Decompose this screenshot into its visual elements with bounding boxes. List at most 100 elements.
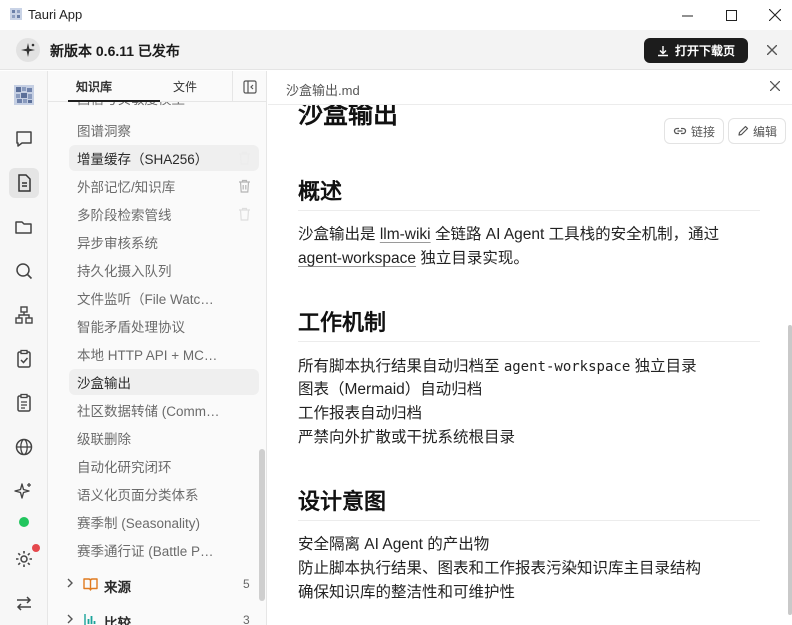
maximize-icon [725, 9, 737, 21]
pencil-icon [738, 125, 749, 136]
maximize-button[interactable] [708, 0, 754, 30]
knowledge-base-button[interactable] [9, 168, 39, 198]
group-sources[interactable]: 来源 5 [48, 571, 266, 597]
banner-close-button[interactable] [762, 40, 782, 60]
network-icon [15, 306, 33, 324]
chat-icon [16, 131, 32, 147]
text: 独立目录实现。 [420, 250, 529, 267]
list-item[interactable]: 持久化摄入队列 [69, 257, 259, 283]
heading-intent: 设计意图 [298, 489, 387, 514]
folder-button[interactable] [9, 212, 39, 242]
intent-line: 防止脚本执行结果、图表和工作报表污染知识库主目录结构 [298, 560, 702, 577]
review-button[interactable] [9, 344, 39, 374]
group-label: 比较 [104, 616, 131, 625]
list-item[interactable]: 赛季制 (Seasonality) [69, 509, 259, 535]
collapse-sidebar-button[interactable] [232, 71, 266, 102]
sidebar-tabs: 知识库 文件 [48, 71, 266, 102]
list-item[interactable]: 社区数据转储 (Comm… [69, 397, 259, 423]
close-window-button[interactable] [752, 0, 792, 30]
tab-knowledge-base[interactable]: 知识库 [76, 78, 112, 95]
tab-document[interactable]: 沙盒输出.md [286, 80, 360, 99]
book-open-icon [83, 578, 98, 591]
notification-dot [32, 544, 40, 552]
list-item[interactable]: 级联删除 [69, 425, 259, 451]
logo-button[interactable] [9, 80, 39, 110]
settings-button[interactable] [9, 544, 40, 574]
sync-button[interactable] [9, 588, 39, 618]
overview-paragraph: 沙盒输出是 llm-wiki 全链路 AI Agent 工具栈的安全机制，通过 … [298, 223, 760, 271]
minimize-icon [681, 15, 693, 16]
list-item[interactable]: 语义化页面分类体系 [69, 481, 259, 507]
wiki-link[interactable]: agent-workspace [298, 250, 416, 267]
edit-button[interactable]: 编辑 [728, 118, 787, 144]
list-item[interactable]: 多阶段检索管线 [69, 201, 259, 227]
sidebar-scrollbar[interactable] [259, 449, 265, 601]
list-item[interactable]: 自动化研究闭环 [69, 453, 259, 479]
edit-label: 编辑 [753, 124, 778, 139]
list-item[interactable]: 增量缓存（SHA256） [69, 145, 259, 171]
text: 所有脚本执行结果自动归档至 [298, 358, 500, 375]
list-item[interactable]: 智能矛盾处理协议 [69, 313, 259, 339]
bar-chart-icon [84, 614, 96, 625]
active-tab-indicator [68, 100, 160, 102]
list-item-label: 增量缓存（SHA256） [77, 152, 209, 167]
editor-tab-bar: 沙盒输出.md [268, 71, 792, 105]
list-item-selected[interactable]: 沙盒输出 [69, 369, 259, 395]
list-item[interactable]: 文件监听（File Watc… [69, 285, 259, 311]
divider [298, 341, 760, 342]
activity-bar [0, 71, 48, 625]
trash-icon[interactable] [238, 151, 251, 165]
list-item[interactable]: 本地 HTTP API + MC… [69, 341, 259, 367]
group-count: 3 [243, 613, 250, 625]
sidebar-collapse-icon [243, 79, 257, 94]
ai-button[interactable] [9, 476, 39, 506]
trash-icon[interactable] [238, 179, 251, 193]
list-item[interactable]: 图谱洞察 [69, 117, 259, 143]
heading-mechanism: 工作机制 [298, 310, 387, 335]
download-icon [657, 45, 668, 56]
editor-pane: 沙盒输出.md 链接 编辑 沙盒输出 概述 沙盒输出是 llm-wiki 全链路… [268, 71, 792, 625]
mechanism-line: 所有脚本执行结果自动归档至 agent-workspace 独立目录 [298, 355, 697, 379]
clipboard-list-icon [17, 393, 31, 412]
group-count: 5 [243, 577, 250, 591]
title-bar: Tauri App [0, 0, 792, 30]
logo-icon [14, 85, 34, 105]
list-item[interactable]: 外部记忆/知识库 [69, 173, 259, 199]
intent-line: 安全隔离 AI Agent 的产出物 [298, 536, 490, 553]
tab-files[interactable]: 文件 [173, 78, 197, 95]
gear-icon [16, 551, 32, 567]
tasks-button[interactable] [9, 388, 39, 418]
close-tab-icon[interactable] [770, 81, 780, 91]
divider [298, 520, 760, 521]
folder-icon [15, 221, 32, 234]
link-icon [673, 127, 687, 135]
open-download-page-button[interactable]: 打开下载页 [644, 38, 748, 63]
status-dot [19, 517, 29, 527]
graph-button[interactable] [9, 300, 39, 330]
trash-icon[interactable] [238, 207, 251, 221]
minimize-button[interactable] [664, 0, 710, 30]
update-message: 新版本 0.6.11 已发布 [50, 43, 180, 59]
list-item[interactable]: 异步审核系统 [69, 229, 259, 255]
search-icon [16, 263, 33, 280]
group-comparisons[interactable]: 比较 3 [48, 607, 266, 625]
text: 全链路 AI Agent 工具栈的安全机制，通过 [434, 226, 720, 243]
document-icon [18, 174, 31, 192]
globe-icon [15, 438, 33, 456]
copy-link-button[interactable]: 链接 [664, 118, 725, 144]
wiki-link[interactable]: llm-wiki [380, 226, 431, 243]
group-label: 来源 [104, 580, 131, 595]
close-icon [769, 9, 781, 21]
app-icon [10, 8, 22, 20]
editor-scrollbar[interactable] [788, 325, 792, 615]
update-banner: 新版本 0.6.11 已发布 打开下载页 [0, 30, 792, 70]
mechanism-line: 图表（Mermaid）自动归档 [298, 381, 483, 398]
sidebar: 知识库 文件 西信号实敏度模型 图谱洞察 增量缓存（SHA256） 外部记忆/知… [48, 71, 267, 625]
list-item-label: 外部记忆/知识库 [77, 180, 176, 195]
clipboard-check-icon [17, 349, 31, 368]
link-label: 链接 [691, 124, 716, 139]
web-button[interactable] [9, 432, 39, 462]
search-button[interactable] [9, 256, 39, 286]
list-item[interactable]: 赛季通行证 (Battle P… [69, 537, 259, 563]
chat-button[interactable] [9, 124, 39, 154]
